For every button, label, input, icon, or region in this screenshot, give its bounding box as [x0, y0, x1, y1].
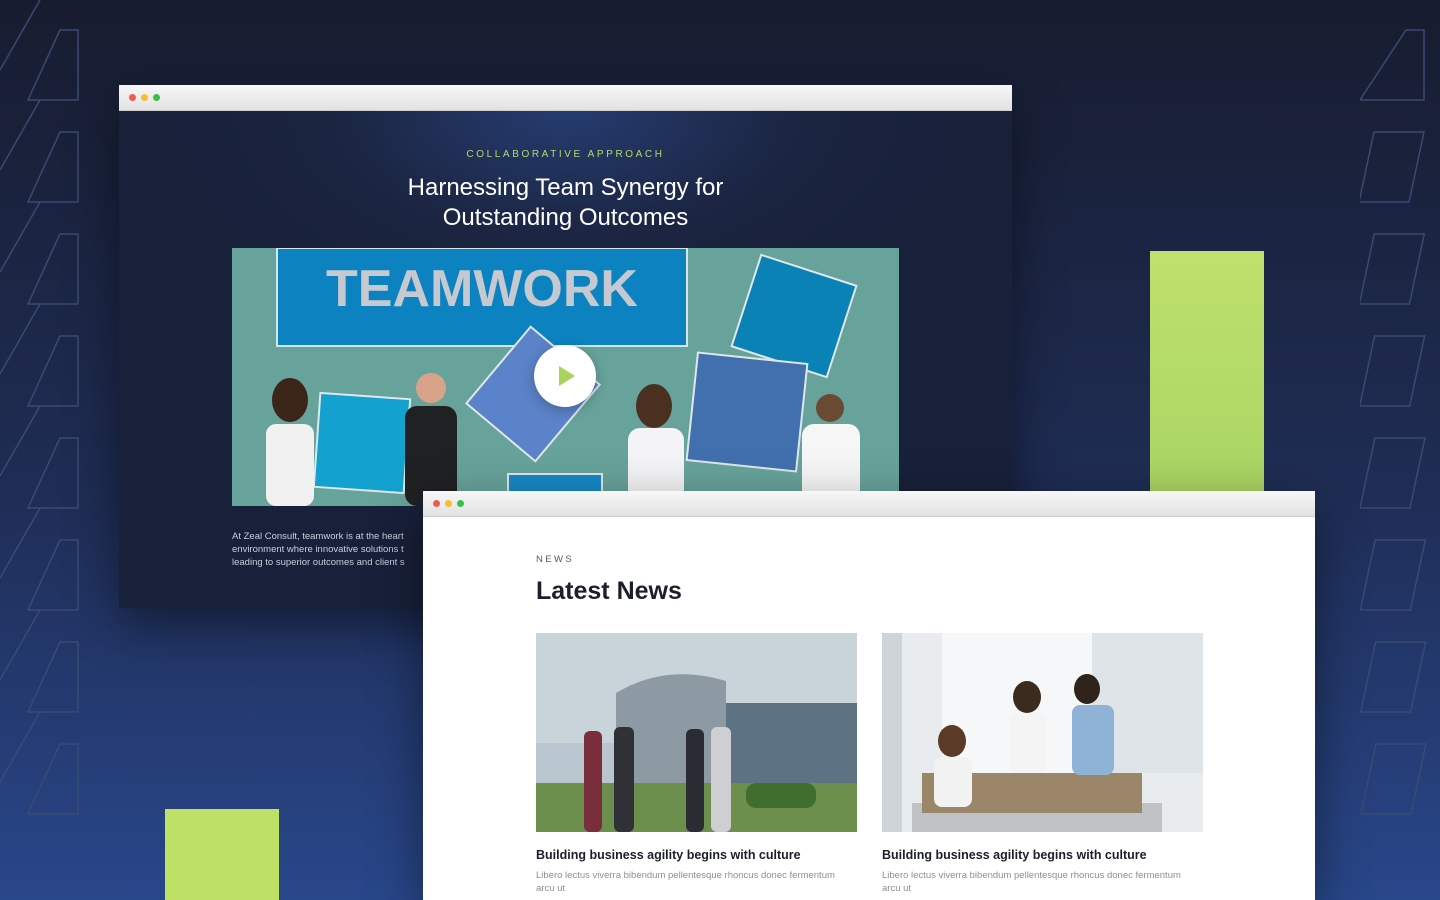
play-button[interactable] — [534, 345, 596, 407]
minimize-window-dot[interactable] — [141, 94, 148, 101]
news-card-title[interactable]: Building business agility begins with cu… — [536, 848, 857, 862]
maximize-window-dot[interactable] — [153, 94, 160, 101]
news-card-image[interactable] — [536, 633, 857, 832]
news-card-image[interactable] — [882, 633, 1203, 832]
browser-titlebar — [423, 491, 1315, 517]
hero-eyebrow: COLLABORATIVE APPROACH — [466, 149, 665, 160]
news-card-title[interactable]: Building business agility begins with cu… — [882, 848, 1203, 862]
news-card-excerpt: Libero lectus viverra bibendum pellentes… — [536, 870, 835, 894]
maximize-window-dot[interactable] — [457, 500, 464, 507]
news-browser-window: NEWS Latest News Building business agili… — [423, 491, 1315, 900]
minimize-window-dot[interactable] — [445, 500, 452, 507]
background-pattern-left — [0, 0, 79, 815]
news-title: Latest News — [536, 577, 682, 605]
news-eyebrow: NEWS — [536, 554, 575, 565]
video-player[interactable]: TEAMWORK — [232, 248, 899, 506]
accent-block-bottom-left — [165, 809, 279, 900]
close-window-dot[interactable] — [433, 500, 440, 507]
browser-titlebar — [119, 85, 1012, 111]
play-icon — [559, 366, 575, 386]
news-card[interactable]: Building business agility begins with cu… — [536, 633, 857, 895]
news-section: NEWS Latest News Building business agili… — [423, 517, 1315, 900]
teamwork-banner-text: TEAMWORK — [326, 260, 638, 318]
news-card[interactable]: Building business agility begins with cu… — [882, 633, 1203, 895]
hero-title: Harnessing Team Synergy for Outstanding … — [407, 174, 724, 231]
accent-block-right — [1150, 251, 1264, 496]
news-card-excerpt: Libero lectus viverra bibendum pellentes… — [882, 870, 1181, 894]
background-pattern-right — [1360, 29, 1427, 815]
close-window-dot[interactable] — [129, 94, 136, 101]
